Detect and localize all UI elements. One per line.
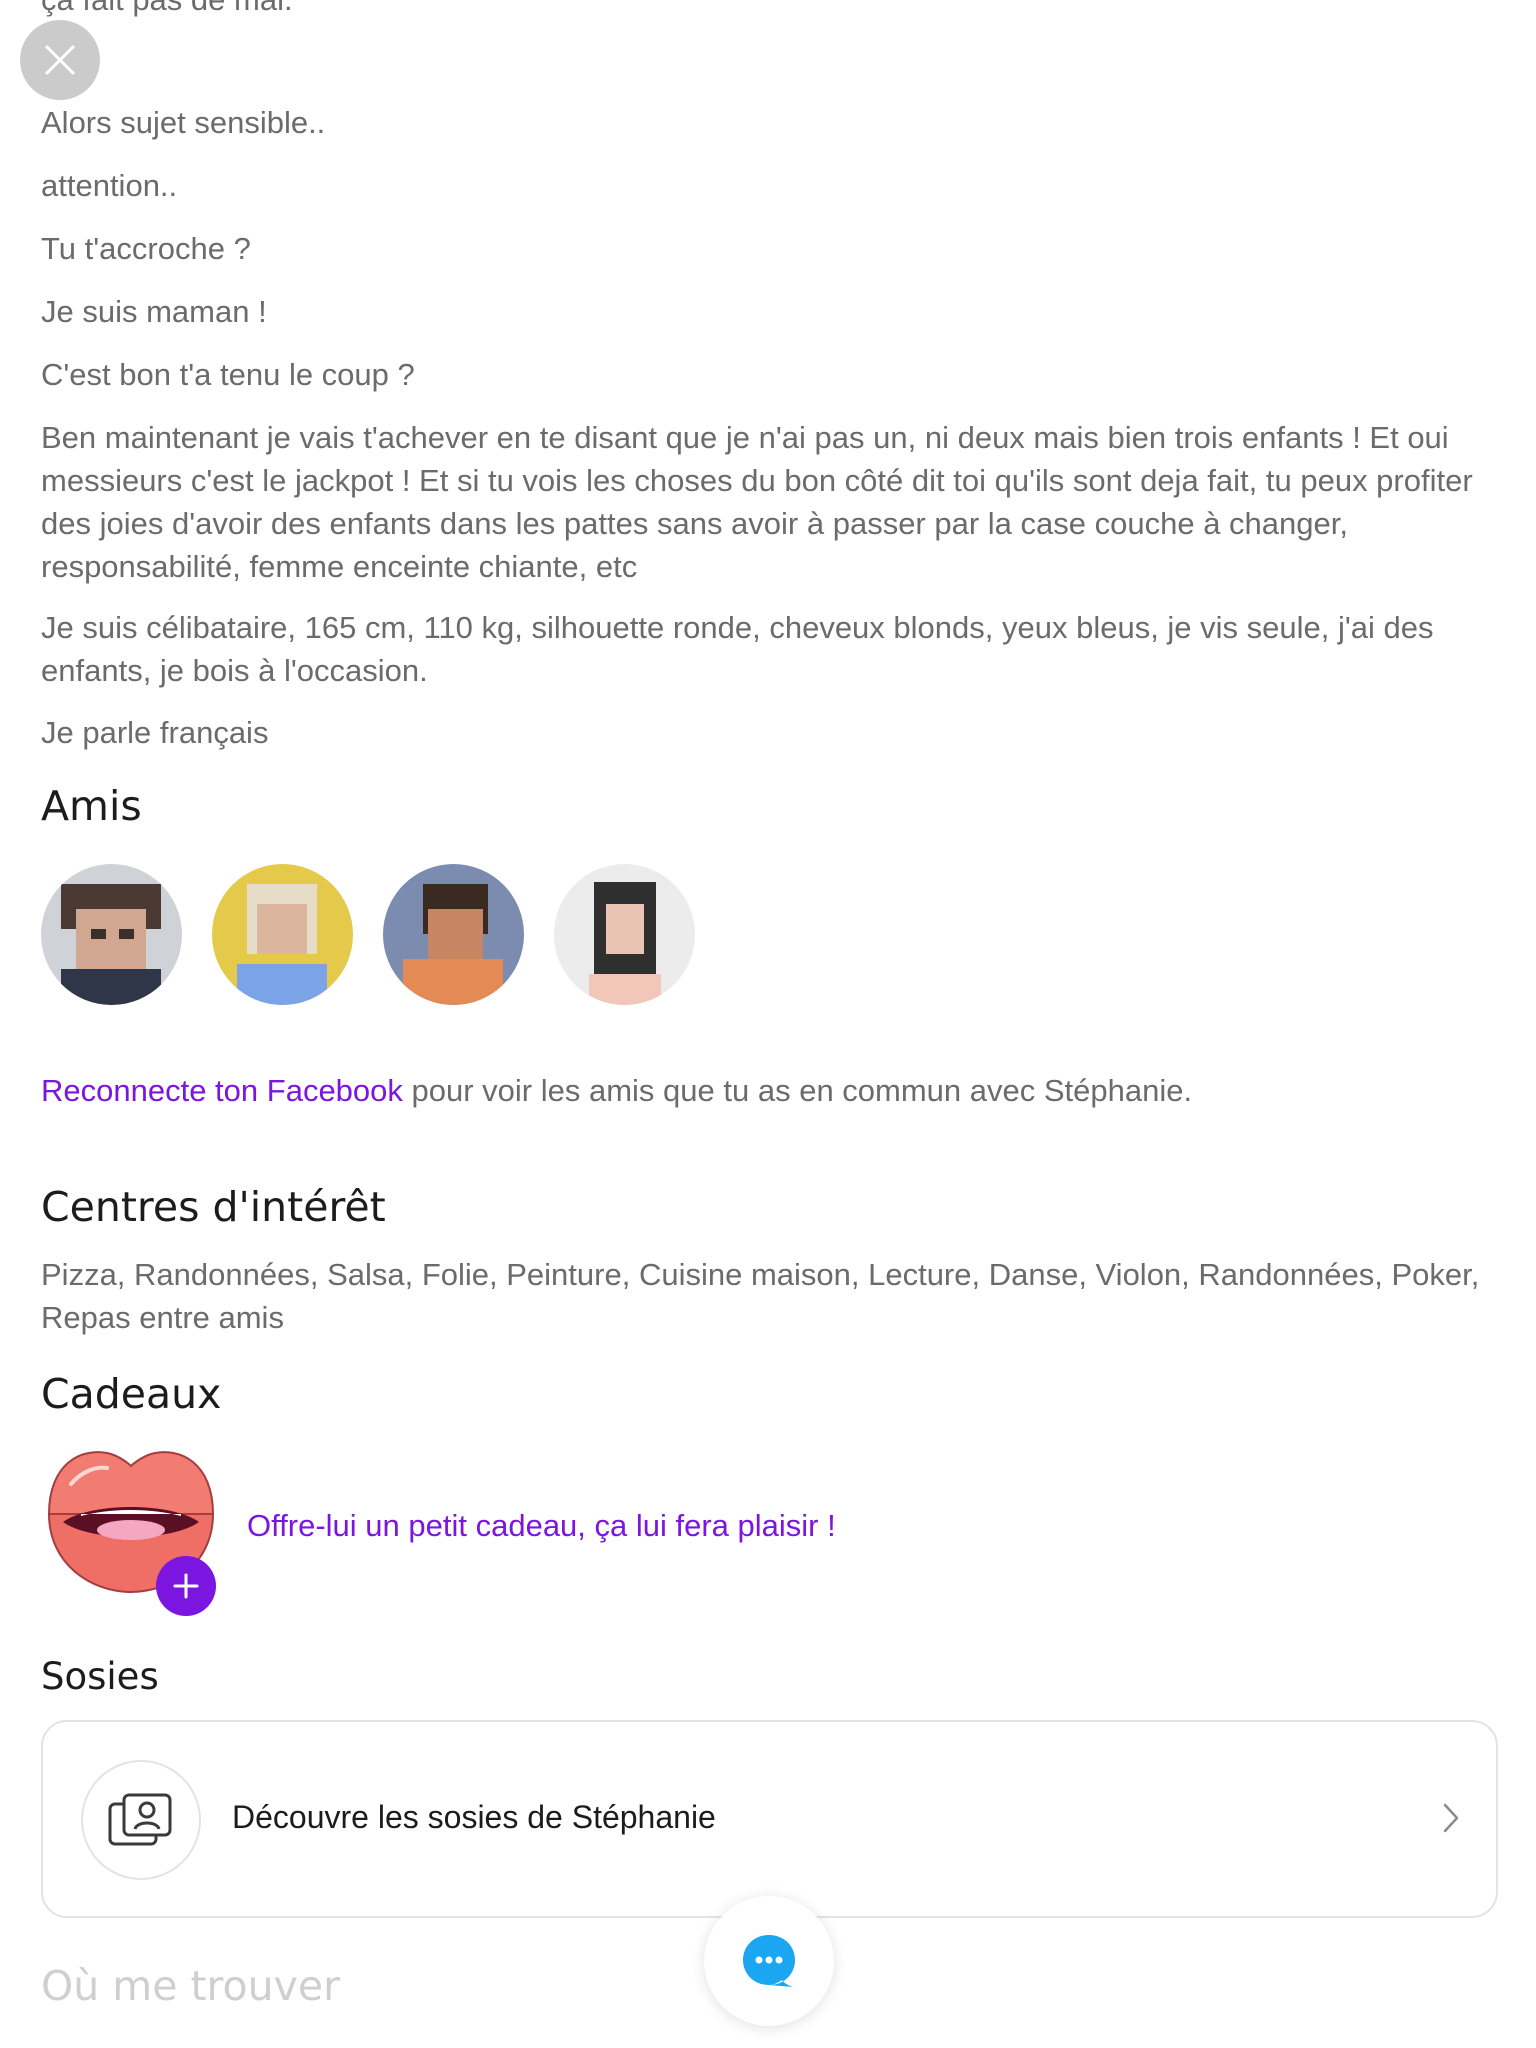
reconnect-facebook-link[interactable]: Reconnecte ton Facebook [41,1073,403,1108]
interests-text: Pizza, Randonnées, Salsa, Folie, Peintur… [41,1257,1480,1335]
plus-icon [173,1573,199,1599]
location-heading: Où me trouver [41,1962,340,2010]
reconnect-facebook-text: Reconnecte ton Facebook pour voir les am… [41,1069,1511,1112]
lookalikes-icon-circle [81,1760,201,1880]
friend-avatar[interactable] [383,864,524,1005]
profile-page: ça fait pas de mal. Alors sujet sensible… [0,0,1536,2048]
lookalikes-label: Découvre les sosies de Stéphanie [232,1799,716,1835]
reconnect-facebook-suffix: pour voir les amis que tu as en commun a… [402,1073,1193,1108]
bio-line: Je parle français [41,715,269,750]
chat-button[interactable] [704,1896,834,2026]
bio-line: Tu t'accroche ? [41,231,251,266]
lookalikes-heading: Sosies [41,1655,159,1698]
chevron-right-icon [1443,1803,1459,1833]
close-icon [45,45,75,75]
friends-heading: Amis [41,782,142,830]
portrait-cards-icon [108,1793,172,1846]
lookalikes-card[interactable]: Découvre les sosies de Stéphanie [41,1720,1498,1918]
gifts-heading: Cadeaux [41,1370,222,1418]
bio-line: attention.. [41,168,178,203]
bio-line: Alors sujet sensible.. [41,105,326,140]
interests-heading: Centres d'intérêt [41,1183,386,1231]
bio-cut-line: ça fait pas de mal. [41,0,293,21]
friend-avatar[interactable] [212,864,353,1005]
bio-paragraph: Ben maintenant je vais t'achever en te d… [41,420,1473,584]
friend-avatar[interactable] [41,864,182,1005]
chat-bubble-icon [743,1935,795,1987]
offer-gift-link[interactable]: Offre-lui un petit cadeau, ça lui fera p… [247,1508,836,1544]
bio-paragraph: Je suis célibataire, 165 cm, 110 kg, sil… [41,610,1434,688]
bio-line: Je suis maman ! [41,294,267,329]
friends-list [41,864,695,1005]
add-gift-button[interactable] [156,1556,216,1616]
friend-avatar[interactable] [554,864,695,1005]
bio-line: C'est bon t'a tenu le coup ? [41,357,415,392]
close-button[interactable] [20,20,100,100]
gift-widget[interactable] [41,1444,226,1619]
